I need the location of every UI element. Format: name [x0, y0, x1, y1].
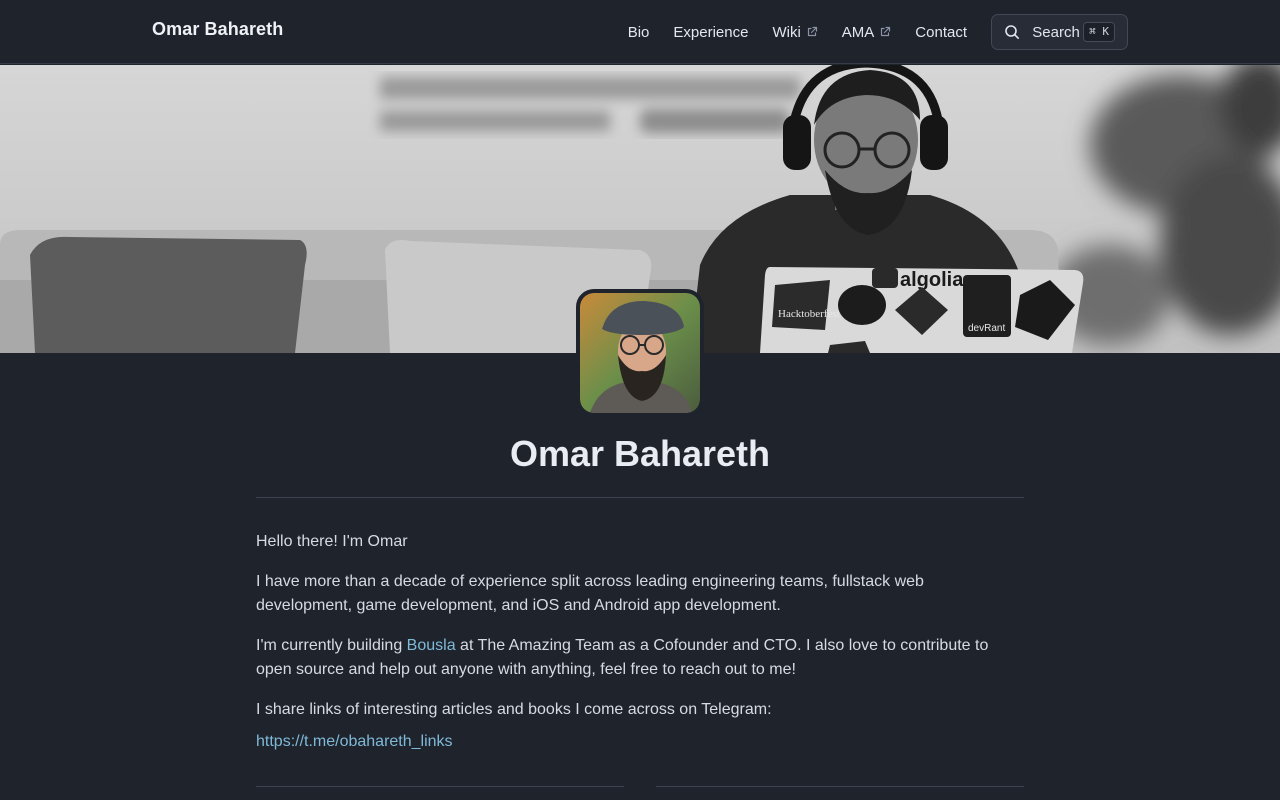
nav-ama[interactable]: AMA [842, 14, 892, 50]
bousla-link[interactable]: Bousla [407, 637, 456, 654]
card-divider-left [256, 786, 624, 787]
avatar-photo [580, 293, 700, 413]
profile-avatar [576, 289, 704, 417]
profile-name-heading: Omar Bahareth [509, 433, 771, 474]
bio-section: Hello there! I'm Omar I have more than a… [256, 530, 1024, 770]
site-header: Omar Bahareth Bio Experience Wiki AMA Co… [0, 0, 1280, 64]
search-shortcut-badge: ⌘ K [1083, 22, 1115, 42]
nav-bio-label: Bio [627, 23, 650, 41]
nav-wiki[interactable]: Wiki [772, 14, 817, 50]
search-label: Search [1032, 23, 1080, 41]
nav-contact[interactable]: Contact [915, 14, 967, 50]
bio-experience: I have more than a decade of experience … [256, 573, 924, 614]
main-nav: Bio Experience Wiki AMA Contact Search ⌘… [628, 14, 1128, 50]
bio-current-work: I'm currently building Bousla at The Ama… [256, 634, 1024, 682]
nav-contact-label: Contact [915, 23, 967, 41]
nav-bio[interactable]: Bio [628, 14, 650, 50]
bio-current-before: I'm currently building [256, 637, 407, 654]
bio-share: I share links of interesting articles an… [256, 701, 772, 718]
external-link-icon [881, 26, 891, 37]
external-link-icon [807, 26, 817, 37]
bio-telegram: https://t.me/obahareth_links [256, 730, 1024, 754]
bio-greeting: Hello there! I'm Omar [256, 533, 408, 550]
card-divider-right [656, 786, 1024, 787]
sticker-devrant: devRant [968, 323, 1005, 334]
search-button[interactable]: Search ⌘ K [991, 14, 1128, 50]
section-divider [256, 497, 1024, 498]
nav-wiki-label: Wiki [772, 23, 801, 41]
site-brand-link[interactable]: Omar Bahareth [152, 19, 283, 40]
nav-experience-label: Experience [673, 23, 749, 41]
nav-experience[interactable]: Experience [673, 14, 748, 50]
sticker-algolia: algolia [900, 269, 964, 291]
sticker-hacktoberfest: Hacktoberfest [778, 308, 840, 320]
search-icon [1005, 25, 1019, 39]
telegram-link[interactable]: https://t.me/obahareth_links [256, 733, 453, 750]
nav-ama-label: AMA [841, 23, 875, 41]
